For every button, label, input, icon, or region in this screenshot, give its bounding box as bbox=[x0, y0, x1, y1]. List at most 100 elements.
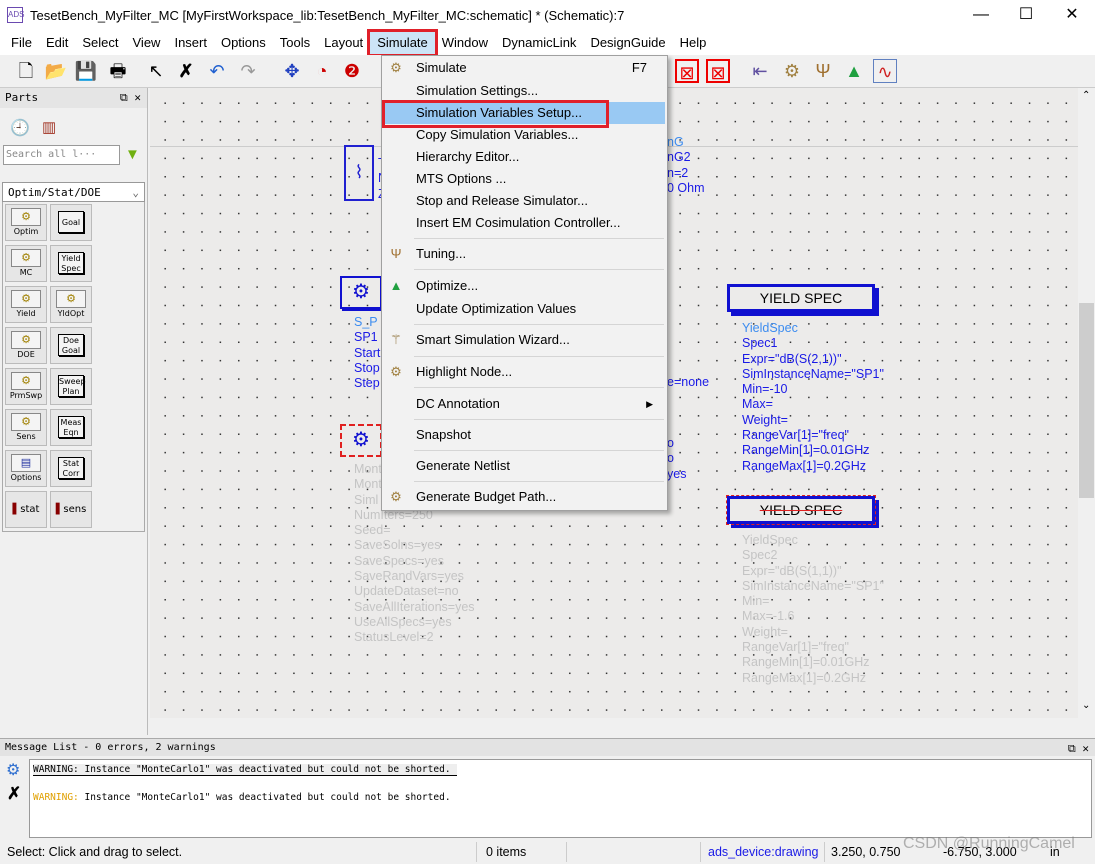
zoom-area-icon[interactable]: ◔ bbox=[310, 59, 334, 83]
parts-search-input[interactable]: Search all l··· bbox=[3, 145, 120, 165]
menu-item-update-optimization-values[interactable]: Update Optimization Values bbox=[384, 298, 665, 320]
activate-icon[interactable]: ⊠ bbox=[706, 59, 730, 83]
menu-item-optimize[interactable]: ▲ Optimize... bbox=[384, 275, 665, 297]
filter-icon[interactable]: ▼ bbox=[125, 146, 140, 163]
menu-item-insert-em-cosim[interactable]: Insert EM Cosimulation Controller... bbox=[384, 212, 665, 234]
part-doe[interactable]: ⚙ DOE bbox=[5, 327, 47, 364]
part-stat[interactable]: ▌stat bbox=[5, 491, 47, 528]
menu-item-simulation-settings[interactable]: Simulation Settings... bbox=[384, 80, 665, 102]
part-yldopt[interactable]: ⚙ YldOpt bbox=[50, 286, 92, 323]
message-list: WARNING: Instance "MonteCarlo1" was deac… bbox=[29, 759, 1092, 838]
parts-palette: ⚙ Optim Goal ⚙ MC Yield Spec ⚙ Yield ⚙ YldOp… bbox=[2, 202, 145, 532]
part-yield-spec[interactable]: Yield Spec bbox=[50, 245, 92, 282]
menu-separator bbox=[414, 269, 664, 270]
message-item[interactable]: WARNING: Instance "MonteCarlo1" was deac… bbox=[33, 792, 451, 803]
scroll-thumb[interactable] bbox=[1079, 303, 1094, 498]
select-arrow-icon[interactable]: ↖ bbox=[144, 59, 168, 83]
part-goal[interactable]: Goal bbox=[50, 204, 92, 241]
close-icon[interactable]: ⧉ ✕ bbox=[1068, 742, 1089, 756]
menu-item-hierarchy-editor[interactable]: Hierarchy Editor... bbox=[384, 146, 665, 168]
menu-item-smart-simulation-wizard[interactable]: ⚚ Smart Simulation Wizard... bbox=[384, 329, 665, 351]
open-folder-icon[interactable]: 📂 bbox=[44, 59, 68, 83]
menu-edit[interactable]: Edit bbox=[39, 32, 75, 54]
zoom-in-icon[interactable]: ❷ bbox=[340, 59, 364, 83]
menu-item-highlight-node[interactable]: ⚙ Highlight Node... bbox=[384, 361, 665, 383]
library-select-value: Optim/Stat/DOE bbox=[8, 186, 101, 199]
optimize-icon[interactable]: ▲ bbox=[842, 59, 866, 83]
library-books-icon[interactable]: ▥ bbox=[42, 118, 56, 136]
move-icon[interactable]: ✥ bbox=[280, 59, 304, 83]
gear-icon: ⚙ bbox=[11, 331, 41, 349]
window-title: TesetBench_MyFilter_MC [MyFirstWorkspace… bbox=[30, 7, 625, 23]
yield-spec-2-deactivated[interactable]: YIELD SPEC bbox=[726, 495, 876, 525]
simulate-gear-icon[interactable]: ⚙ bbox=[780, 59, 804, 83]
part-sens[interactable]: ⚙ Sens bbox=[5, 409, 47, 446]
deactivate-x-icon[interactable]: ✗ bbox=[174, 59, 198, 83]
menu-item-stop-release-simulator[interactable]: Stop and Release Simulator... bbox=[384, 190, 665, 212]
montecarlo-controller[interactable]: ⚙ bbox=[340, 424, 382, 457]
deactivate-short-icon[interactable]: ⊠ bbox=[675, 59, 699, 83]
menu-help[interactable]: Help bbox=[673, 32, 714, 54]
menu-item-tuning[interactable]: Ψ Tuning... bbox=[384, 243, 665, 265]
menu-item-dc-annotation[interactable]: DC Annotation ▶ bbox=[384, 393, 665, 415]
part-sens-chart[interactable]: ▌sens bbox=[50, 491, 92, 528]
data-display-icon[interactable]: ∿ bbox=[873, 59, 897, 83]
parts-title: Parts bbox=[5, 91, 39, 104]
menu-item-simulate[interactable]: ⚙ Simulate F7 bbox=[384, 57, 665, 79]
part-doe-goal[interactable]: Doe Goal bbox=[50, 327, 92, 364]
horizontal-scrollbar[interactable] bbox=[150, 718, 1078, 735]
menu-item-mts-options[interactable]: MTS Options ... bbox=[384, 168, 665, 190]
part-options[interactable]: ▤ Options bbox=[5, 450, 47, 487]
message-item[interactable]: WARNING: Instance "MonteCarlo1" was deac… bbox=[33, 764, 457, 776]
close-icon[interactable]: ⧉ ✕ bbox=[120, 91, 141, 105]
settings-gear-icon[interactable]: ⚙ bbox=[6, 760, 20, 780]
status-layer[interactable]: ads_device:drawing bbox=[708, 845, 819, 859]
close-button[interactable]: ✕ bbox=[1049, 0, 1095, 30]
part-mc[interactable]: ⚙ MC bbox=[5, 245, 47, 282]
part-stat-corr[interactable]: Stat Corr bbox=[50, 450, 92, 487]
part-yield[interactable]: ⚙ Yield bbox=[5, 286, 47, 323]
menu-designguide[interactable]: DesignGuide bbox=[583, 32, 672, 54]
part-sweep-plan[interactable]: Sweep Plan bbox=[50, 368, 92, 405]
menu-separator bbox=[414, 450, 664, 451]
parts-panel: Parts ⧉ ✕ 🕘 ▥ Search all l··· ▼ Optim/Sta… bbox=[0, 88, 148, 735]
gear-icon: ⚙ bbox=[390, 60, 402, 75]
minimize-button[interactable]: — bbox=[958, 0, 1004, 30]
part-prmswp[interactable]: ⚙ PrmSwp bbox=[5, 368, 47, 405]
menu-file[interactable]: File bbox=[4, 32, 39, 54]
submenu-arrow-icon: ▶ bbox=[646, 399, 653, 409]
vertical-scrollbar[interactable]: ⌃ ⌄ bbox=[1078, 88, 1095, 718]
print-icon[interactable]: 🖶 bbox=[106, 59, 130, 83]
menu-window[interactable]: Window bbox=[435, 32, 495, 54]
menu-insert[interactable]: Insert bbox=[167, 32, 214, 54]
menu-select[interactable]: Select bbox=[75, 32, 125, 54]
tuning-fork-icon[interactable]: Ψ bbox=[811, 59, 835, 83]
history-clock-icon[interactable]: 🕘 bbox=[10, 118, 30, 138]
yield-spec-1[interactable]: YIELD SPEC bbox=[727, 284, 875, 312]
menu-item-snapshot[interactable]: Snapshot bbox=[384, 424, 665, 446]
maximize-button[interactable]: ☐ bbox=[1003, 0, 1049, 30]
part-meas-eqn[interactable]: Meas Eqn bbox=[50, 409, 92, 446]
undo-icon[interactable]: ↶ bbox=[205, 59, 229, 83]
menu-simulate[interactable]: Simulate bbox=[367, 28, 438, 57]
redo-icon[interactable]: ↷ bbox=[236, 59, 260, 83]
save-icon[interactable]: 💾 bbox=[74, 59, 98, 83]
menu-tools[interactable]: Tools bbox=[273, 32, 317, 54]
library-select[interactable]: Optim/Stat/DOE ⌄ bbox=[2, 182, 145, 202]
menu-dynamiclink[interactable]: DynamicLink bbox=[495, 32, 583, 54]
menu-view[interactable]: View bbox=[126, 32, 168, 54]
part-optim[interactable]: ⚙ Optim bbox=[5, 204, 47, 241]
sparam-controller[interactable]: ⚙ bbox=[340, 276, 382, 309]
menu-options[interactable]: Options bbox=[214, 32, 273, 54]
clear-x-icon[interactable]: ✗ bbox=[7, 784, 21, 804]
title-bar: ADS TesetBench_MyFilter_MC [MyFirstWorks… bbox=[0, 0, 1095, 30]
term-component[interactable]: ⌇ bbox=[344, 145, 374, 201]
scroll-up-icon[interactable]: ⌃ bbox=[1082, 90, 1090, 101]
menu-item-generate-netlist[interactable]: Generate Netlist bbox=[384, 455, 665, 477]
menu-separator bbox=[414, 238, 664, 239]
menu-item-generate-budget-path[interactable]: ⚙ Generate Budget Path... bbox=[384, 486, 665, 508]
scroll-down-icon[interactable]: ⌄ bbox=[1082, 700, 1090, 711]
new-icon[interactable]: 🗋 bbox=[14, 59, 38, 83]
push-design-icon[interactable]: ⇤ bbox=[748, 59, 772, 83]
menu-layout[interactable]: Layout bbox=[317, 32, 370, 54]
